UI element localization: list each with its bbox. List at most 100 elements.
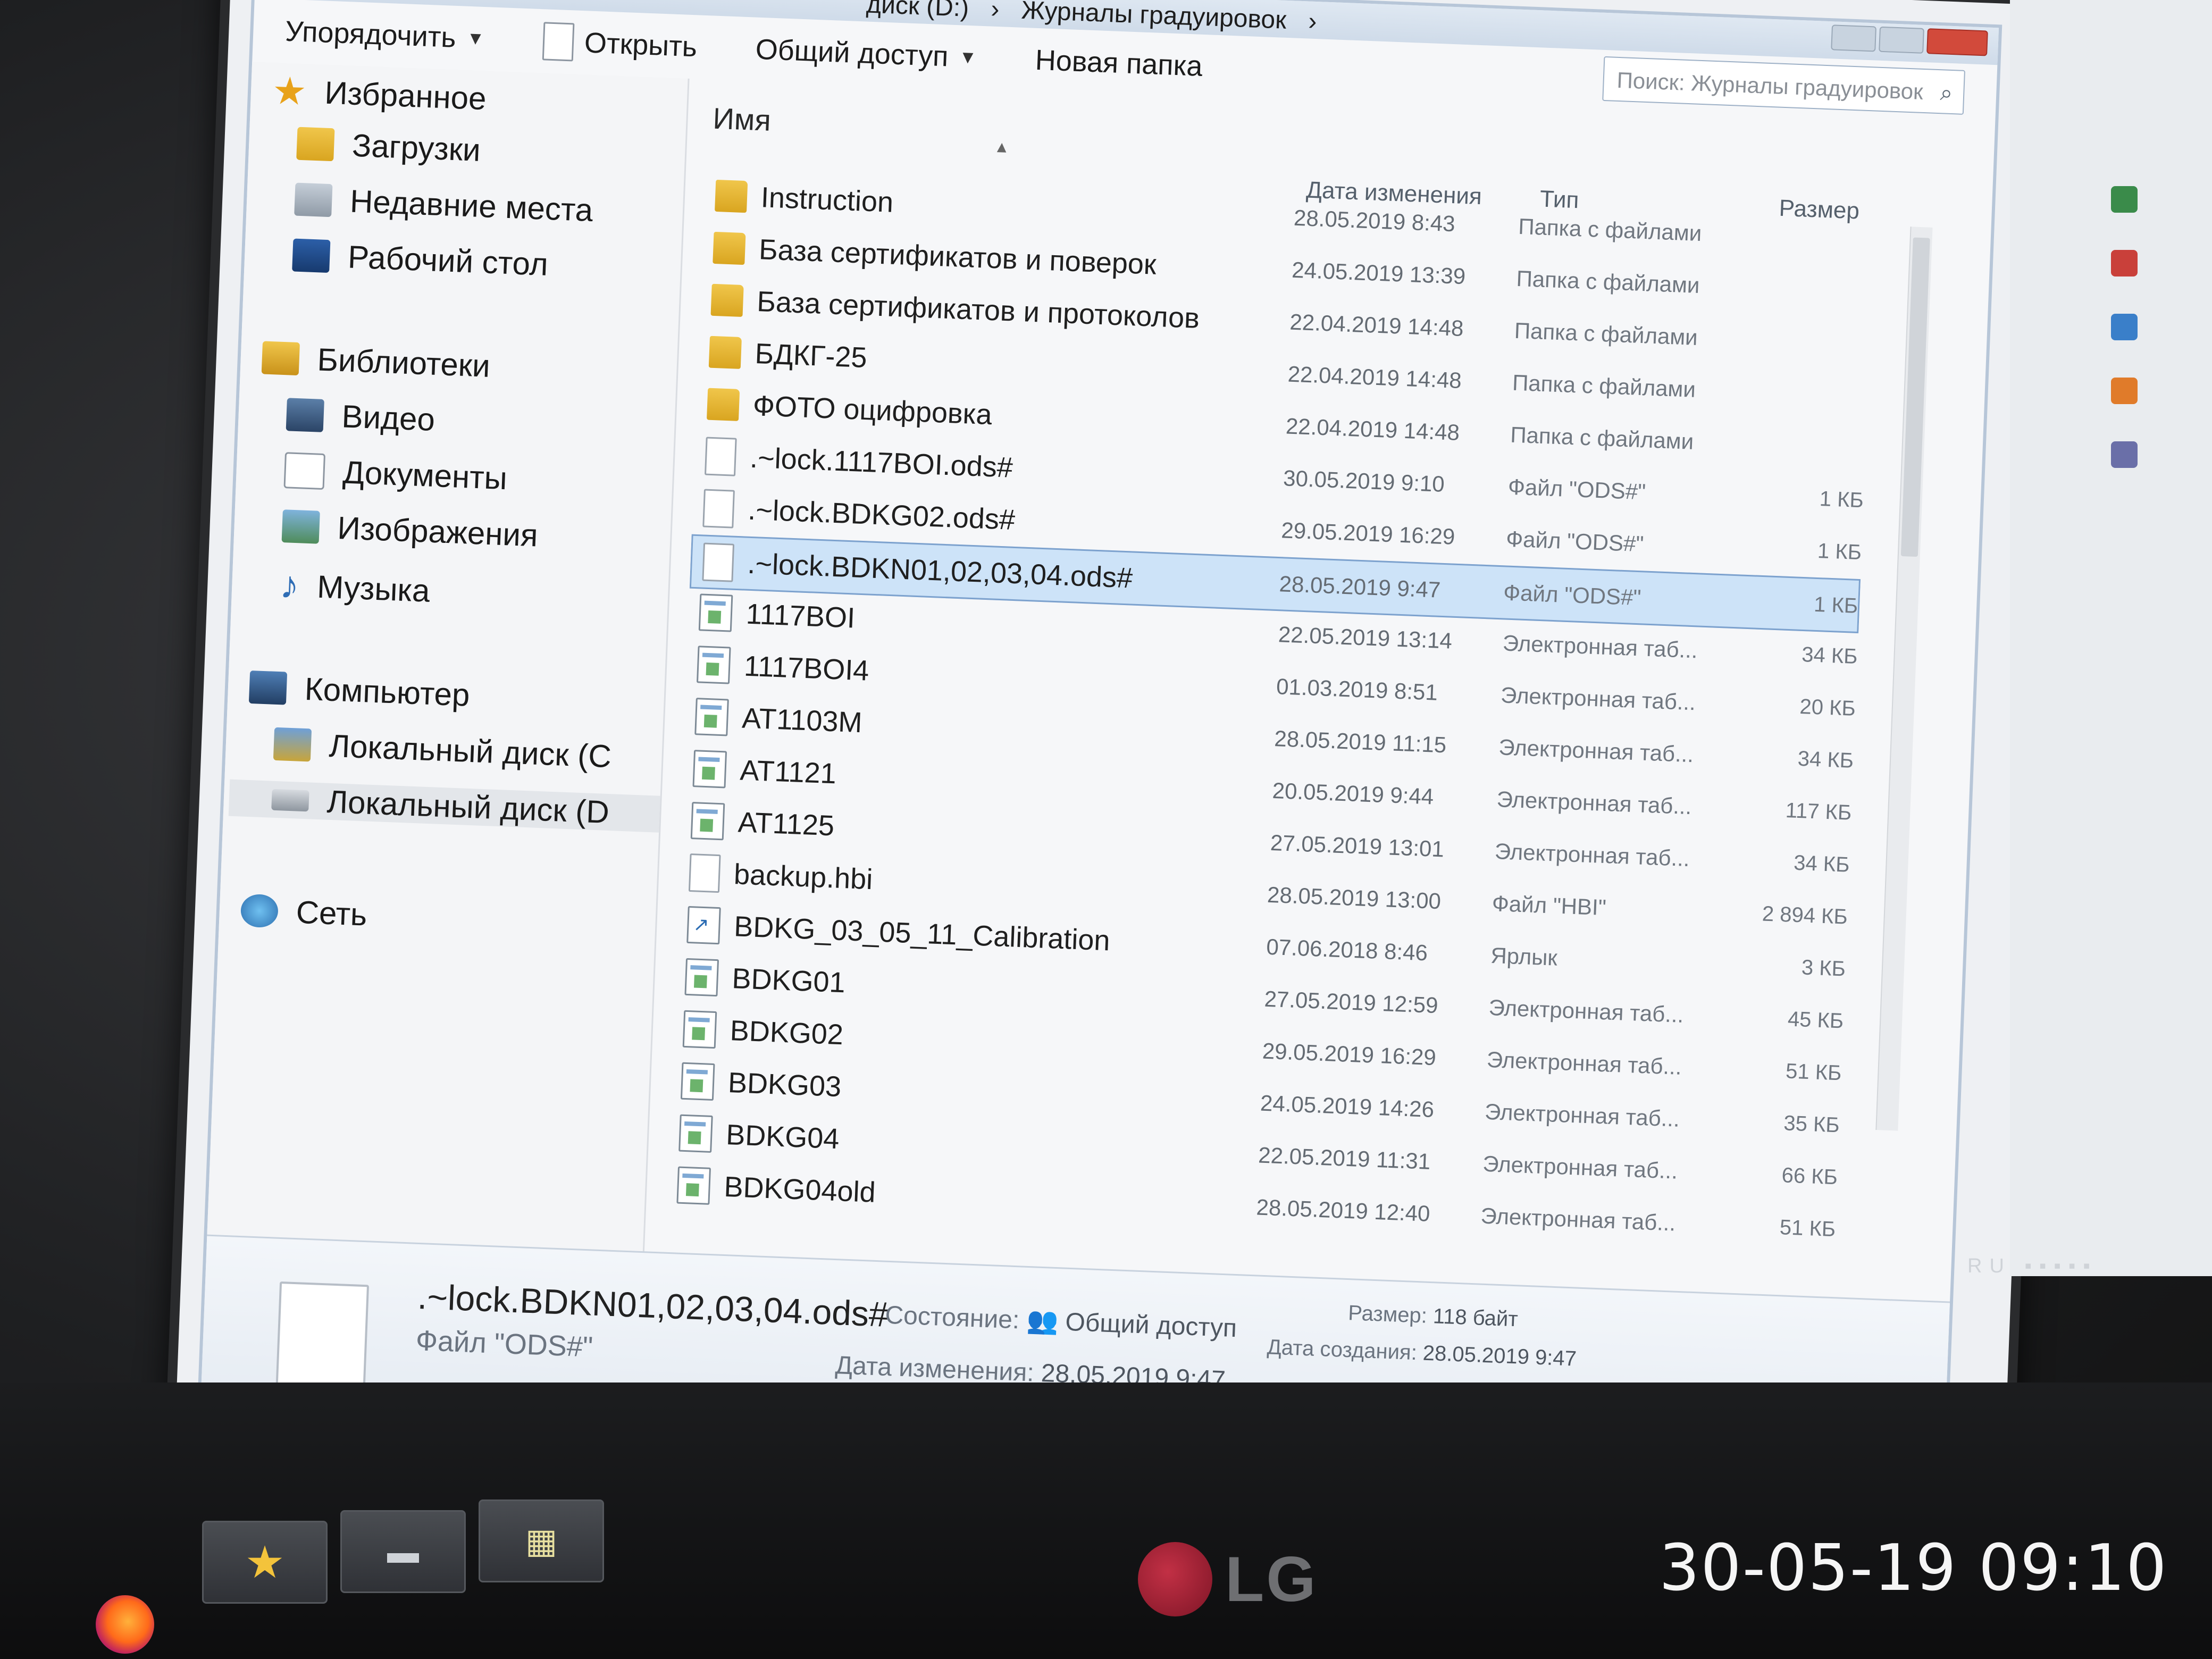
app-icon[interactable]	[2111, 441, 2138, 468]
file-date: 30.05.2019 9:10	[1283, 465, 1445, 497]
taskbar-explorer-button[interactable]: ▦	[479, 1499, 604, 1582]
file-size: 20 КБ	[1799, 694, 1856, 720]
lg-logo: LG	[1138, 1542, 1318, 1616]
nav-video[interactable]: Видео	[286, 396, 435, 438]
file-date: 28.05.2019 13:00	[1267, 882, 1442, 914]
file-icon	[702, 489, 735, 529]
app-icon[interactable]	[2111, 378, 2138, 404]
file-type: Файл "ODS#"	[1505, 526, 1645, 557]
file-type: Электронная таб...	[1502, 630, 1698, 663]
nav-disk-c[interactable]: Локальный диск (C	[273, 725, 612, 775]
nav-label: Избранное	[324, 74, 487, 116]
app-icon[interactable]	[2111, 250, 2138, 276]
nav-label: Недавние места	[349, 183, 594, 229]
vertical-scrollbar[interactable]	[1875, 227, 1933, 1131]
lg-logo-icon	[1138, 1542, 1212, 1616]
nav-network[interactable]: Сеть	[240, 892, 368, 933]
file-name: BDKG04old	[723, 1170, 876, 1209]
open-label: Открыть	[583, 27, 698, 63]
maximize-button[interactable]	[1879, 26, 1924, 54]
file-size: 1 КБ	[1813, 592, 1858, 618]
file-size: 34 КБ	[1793, 851, 1850, 877]
file-list: Instruction 28.05.2019 8:43 Папка с файлам…	[664, 170, 1874, 1288]
file-type: Папка с файлами	[1514, 317, 1698, 350]
organize-button[interactable]: Упорядочить ▼	[284, 15, 485, 55]
nav-music[interactable]: ♪ Музыка	[279, 563, 431, 613]
file-name: 1117BOI4	[743, 650, 870, 687]
file-size: 66 КБ	[1781, 1163, 1838, 1189]
search-input[interactable]: Поиск: Журналы градуировок ⌕	[1602, 56, 1965, 115]
sort-ascending-icon: ▲	[993, 138, 1010, 157]
file-name: AT1125	[737, 806, 835, 842]
app-icon[interactable]	[2111, 186, 2138, 213]
shared-users-icon: 👥	[1026, 1306, 1059, 1336]
file-date: 28.05.2019 9:47	[1278, 571, 1442, 602]
file-type: Электронная таб...	[1494, 839, 1690, 872]
drive-icon	[271, 789, 309, 811]
file-size	[1758, 236, 1873, 240]
folder-icon	[710, 283, 744, 317]
new-folder-button[interactable]: Новая папка	[1035, 44, 1203, 83]
close-button[interactable]	[1926, 28, 1988, 56]
tray-icons[interactable]: ▪▪▪▪▪	[2024, 1255, 2097, 1277]
file-size: 2 894 КБ	[1762, 901, 1848, 929]
language-indicator[interactable]: RU	[1967, 1255, 2012, 1277]
file-name: БДКГ-25	[754, 337, 868, 374]
file-icon	[688, 853, 721, 893]
search-icon[interactable]: ⌕	[1939, 70, 1954, 115]
breadcrumb-separator: ›	[990, 0, 1000, 24]
file-size: 35 КБ	[1783, 1111, 1840, 1137]
nav-computer[interactable]: Компьютер	[248, 668, 471, 714]
file-type: Файл "ODS#"	[1507, 474, 1646, 505]
nav-disk-d[interactable]: Локальный диск (D	[228, 779, 660, 833]
file-name: BDKG02	[729, 1015, 844, 1051]
spreadsheet-icon	[678, 1114, 713, 1153]
breadcrumb-drive[interactable]: диск (D:)	[866, 0, 969, 22]
taskbar-favorites-button[interactable]: ★	[202, 1521, 328, 1604]
firefox-icon[interactable]	[96, 1595, 154, 1654]
taskbar-window-button[interactable]: ▬	[340, 1510, 466, 1593]
organize-label: Упорядочить	[284, 15, 457, 54]
nav-recent[interactable]: Недавние места	[294, 181, 593, 229]
nav-documents[interactable]: Документы	[283, 451, 508, 497]
downloads-folder-icon	[296, 127, 335, 161]
file-preview-icon	[275, 1281, 370, 1396]
nav-libraries[interactable]: Библиотеки	[261, 339, 491, 384]
nav-downloads[interactable]: Загрузки	[296, 125, 481, 169]
search-placeholder: Поиск: Журналы градуировок	[1616, 67, 1924, 104]
desktop-icon	[292, 238, 331, 273]
folder-icon	[706, 388, 740, 421]
breadcrumb-separator[interactable]: ›	[1308, 7, 1317, 36]
file-name: .~lock.BDKG02.ods#	[747, 493, 1016, 536]
details-size-value: 118 байт	[1432, 1304, 1519, 1331]
file-name: Instruction	[760, 181, 894, 219]
file-size: 45 КБ	[1787, 1007, 1845, 1033]
nav-label: Компьютер	[304, 671, 471, 713]
scrollbar-thumb[interactable]	[1900, 237, 1930, 557]
star-icon: ★	[271, 69, 308, 114]
open-button[interactable]: Открыть	[542, 22, 698, 66]
file-name: 1117BOI	[745, 598, 856, 634]
recent-places-icon	[294, 182, 333, 217]
nav-images[interactable]: Изображения	[281, 507, 539, 554]
details-state-value: Общий доступ	[1065, 1308, 1237, 1343]
file-date: 24.05.2019 13:39	[1291, 257, 1467, 289]
column-name[interactable]: Имя	[713, 101, 772, 138]
file-size	[1755, 340, 1870, 344]
nav-label: Локальный диск (C	[328, 727, 612, 775]
details-state: Состояние: 👥 Общий доступ	[885, 1300, 1237, 1343]
documents-icon	[283, 451, 326, 490]
minimize-button[interactable]	[1831, 24, 1877, 52]
share-button[interactable]: Общий доступ ▼	[755, 33, 978, 74]
app-icon[interactable]	[2111, 314, 2138, 340]
spreadsheet-icon	[682, 1010, 717, 1049]
images-icon	[281, 509, 320, 544]
nav-desktop[interactable]: Рабочий стол	[292, 236, 549, 282]
file-date: 07.06.2018 8:46	[1266, 934, 1428, 966]
file-type: Папка с файлами	[1512, 370, 1696, 402]
spreadsheet-icon	[690, 802, 725, 841]
monitor-screen: диск (D:) › Журналы градуировок › Упоряд…	[163, 0, 2071, 1573]
spreadsheet-icon	[696, 646, 731, 684]
nav-favorites[interactable]: ★ Избранное	[272, 68, 488, 121]
file-date: 28.05.2019 12:40	[1255, 1194, 1431, 1226]
